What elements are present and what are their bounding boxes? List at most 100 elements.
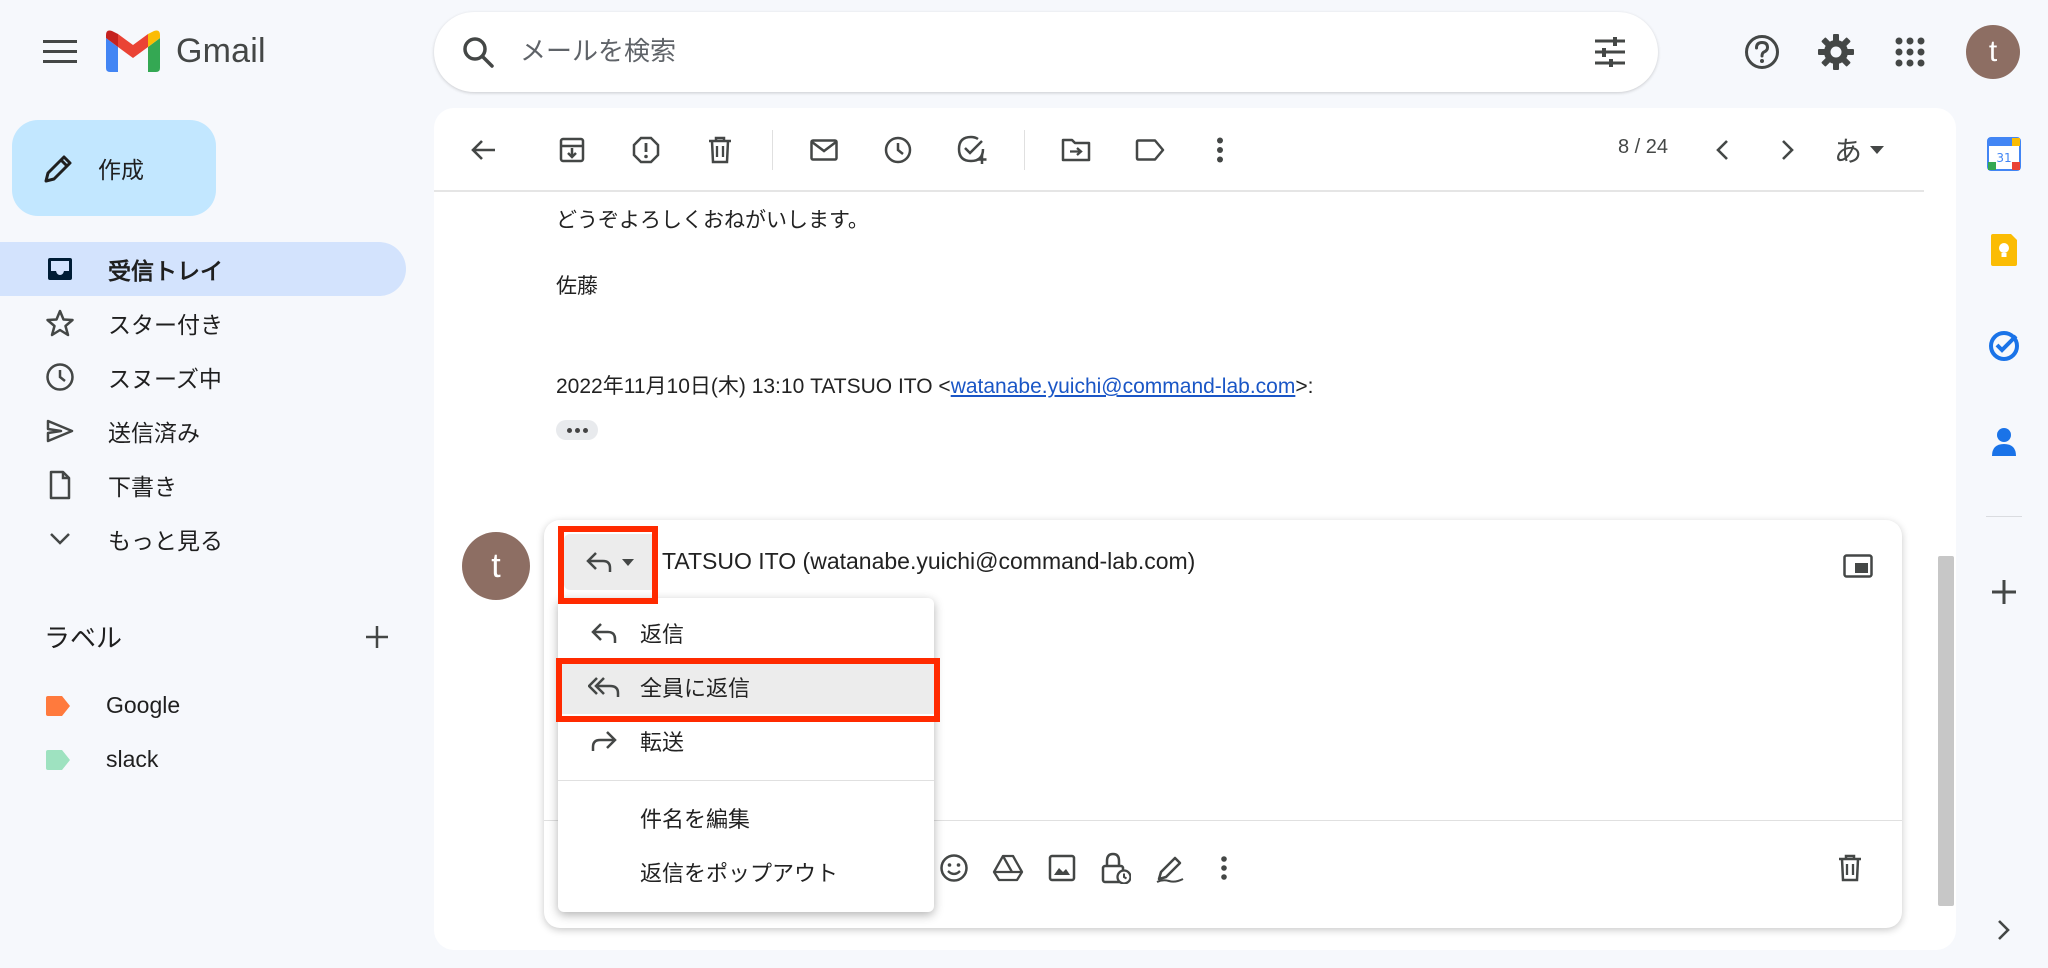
expand-side-panel-chevron-icon[interactable]	[1984, 910, 2024, 950]
quoted-header-prefix: 2022年11月10日(木) 13:10 TATSUO ITO <	[556, 375, 951, 398]
quoted-header: 2022年11月10日(木) 13:10 TATSUO ITO <watanab…	[556, 370, 1313, 400]
sidebar-item-starred[interactable]: スター付き	[0, 296, 406, 350]
draft-icon	[44, 469, 76, 501]
sidebar-item-label: スヌーズ中	[108, 367, 222, 393]
toolbar-divider	[772, 130, 773, 170]
reply-icon	[588, 617, 620, 649]
page-counter: 8 / 24	[1618, 136, 1669, 158]
older-chevron-icon[interactable]	[1768, 130, 1808, 170]
calendar-app-icon[interactable]: 31	[1984, 134, 2024, 174]
menu-item-label: 返信をポップアウト	[640, 862, 839, 887]
inbox-icon	[44, 253, 76, 285]
message-text-line: どうぞよろしくおねがいします。	[556, 208, 869, 232]
highlight-reply-type-button	[558, 526, 658, 604]
menu-item-label: 返信	[640, 623, 685, 648]
back-arrow-icon[interactable]	[464, 130, 504, 170]
compose-button[interactable]: 作成	[12, 120, 216, 216]
reply-recipient[interactable]: TATSUO ITO (watanabe.yuichi@command-lab.…	[662, 548, 1195, 575]
apps-grid-icon[interactable]	[1892, 34, 1928, 70]
gmail-logo[interactable]: Gmail	[106, 30, 266, 72]
message-toolbar: 8 / 24 あ	[434, 108, 1924, 192]
contacts-app-icon[interactable]	[1984, 422, 2024, 462]
sidebar-nav: 受信トレイ スター付き スヌーズ中 送信済み 下書き もっと見る	[0, 242, 406, 566]
top-bar: Gmail t	[0, 0, 2048, 108]
label-icon[interactable]	[1130, 130, 1170, 170]
scrollbar-thumb[interactable]	[1938, 556, 1954, 906]
insert-photo-icon[interactable]	[1044, 850, 1080, 886]
dropdown-arrow-icon	[1870, 146, 1885, 154]
send-icon	[44, 415, 76, 447]
google-drive-icon[interactable]	[990, 850, 1026, 886]
compose-label: 作成	[98, 158, 144, 184]
sidebar-item-sent[interactable]: 送信済み	[0, 404, 406, 458]
message-text-line: 佐藤	[556, 274, 598, 298]
signature-pen-icon[interactable]	[1152, 850, 1188, 886]
show-trimmed-content-button[interactable]	[556, 420, 598, 440]
menu-item-popout-reply[interactable]: 返信をポップアウト	[558, 845, 934, 899]
menu-item-label: 件名を編集	[640, 808, 751, 833]
forward-icon	[588, 725, 620, 757]
help-icon[interactable]	[1742, 32, 1782, 72]
snooze-clock-icon[interactable]	[878, 130, 918, 170]
confidential-mode-icon[interactable]	[1098, 850, 1134, 886]
label-item-slack[interactable]: slack	[44, 746, 158, 773]
account-avatar[interactable]: t	[1966, 25, 2020, 79]
side-panel-divider	[1986, 516, 2022, 517]
label-tag-icon	[44, 695, 70, 716]
clock-icon	[44, 361, 76, 393]
gmail-m-icon	[106, 30, 160, 72]
sidebar-item-label: 下書き	[108, 475, 177, 501]
more-options-icon[interactable]	[1206, 850, 1242, 886]
sidebar-item-drafts[interactable]: 下書き	[0, 458, 406, 512]
star-icon	[44, 307, 76, 339]
report-spam-icon[interactable]	[626, 130, 666, 170]
app-name: Gmail	[176, 31, 266, 70]
pencil-icon	[42, 151, 76, 185]
toolbar-divider	[1024, 130, 1025, 170]
sidebar-item-label: スター付き	[108, 313, 223, 339]
label-item-google[interactable]: Google	[44, 692, 180, 719]
search-bar	[434, 12, 1658, 92]
menu-item-forward[interactable]: 転送	[558, 714, 934, 768]
move-to-icon[interactable]	[1056, 130, 1096, 170]
search-input[interactable]	[520, 37, 1520, 67]
keep-app-icon[interactable]	[1984, 230, 2024, 270]
discard-draft-icon[interactable]	[1832, 850, 1868, 886]
reply-type-menu: 返信 全員に返信 転送 件名を編集 返信をポップアウト	[558, 598, 934, 912]
settings-gear-icon[interactable]	[1816, 32, 1856, 72]
sidebar-item-label: 受信トレイ	[108, 259, 223, 285]
add-on-plus-icon[interactable]	[1984, 572, 2024, 612]
labels-header: ラベル	[44, 618, 390, 655]
label-name: Google	[106, 692, 181, 718]
highlight-reply-all-item	[556, 658, 940, 722]
tasks-app-icon[interactable]	[1984, 326, 2024, 366]
label-name: slack	[106, 746, 159, 772]
sidebar-item-snoozed[interactable]: スヌーズ中	[0, 350, 406, 404]
input-tools-toggle[interactable]: あ	[1834, 130, 1885, 170]
chevron-down-icon	[44, 523, 76, 555]
label-tag-icon	[44, 749, 70, 770]
input-tools-label: あ	[1834, 135, 1863, 168]
pop-out-icon[interactable]	[1840, 548, 1876, 584]
sidebar-item-label: もっと見る	[108, 529, 223, 555]
archive-icon[interactable]	[552, 130, 592, 170]
add-label-icon[interactable]	[364, 624, 390, 650]
main-menu-icon[interactable]	[40, 32, 80, 72]
menu-item-label: 転送	[640, 731, 685, 756]
more-vert-icon[interactable]	[1200, 130, 1240, 170]
search-icon[interactable]	[458, 32, 498, 72]
sidebar-item-more[interactable]: もっと見る	[0, 512, 406, 566]
menu-item-reply[interactable]: 返信	[558, 606, 934, 660]
delete-icon[interactable]	[700, 130, 740, 170]
quoted-email-link[interactable]: watanabe.yuichi@command-lab.com	[951, 375, 1296, 398]
labels-title: ラベル	[44, 624, 123, 654]
quoted-header-suffix: >:	[1295, 375, 1314, 398]
svg-text:31: 31	[1996, 151, 2011, 165]
mark-unread-icon[interactable]	[804, 130, 844, 170]
add-task-icon[interactable]	[952, 130, 992, 170]
search-options-icon[interactable]	[1590, 32, 1630, 72]
emoji-icon[interactable]	[936, 850, 972, 886]
newer-chevron-icon[interactable]	[1702, 130, 1742, 170]
menu-item-edit-subject[interactable]: 件名を編集	[558, 791, 934, 845]
sidebar-item-inbox[interactable]: 受信トレイ	[0, 242, 406, 296]
